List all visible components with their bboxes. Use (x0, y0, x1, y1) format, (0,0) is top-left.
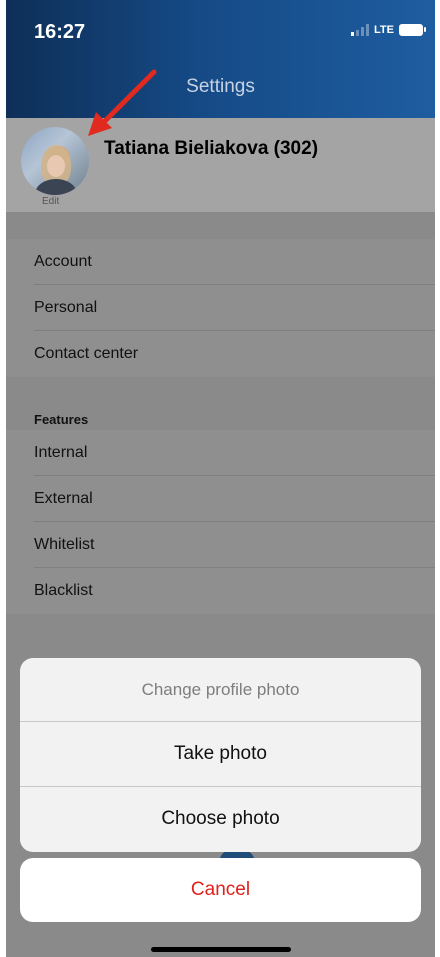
phone-screen: 16:27 LTE Settings Edit Tatiana Bieliako… (6, 0, 435, 957)
chevron-right-icon: › (434, 489, 435, 510)
profile-section: Edit Tatiana Bieliakova (302) (6, 118, 435, 212)
chevron-right-icon: › (434, 535, 435, 556)
section-title: Features (34, 412, 89, 427)
chevron-right-icon: › (434, 298, 435, 319)
section-spacer (6, 212, 435, 239)
row-label: Account (34, 253, 92, 270)
row-label: External (34, 490, 93, 507)
home-indicator[interactable] (151, 947, 291, 952)
avatar-edit-label[interactable]: Edit (42, 196, 59, 207)
features-row-external[interactable]: External › (6, 476, 435, 522)
profile-name: Tatiana Bieliakova (302) (104, 138, 319, 159)
features-row-whitelist[interactable]: Whitelist › (6, 522, 435, 568)
annotation-arrow-icon (88, 69, 157, 136)
section-spacer (6, 377, 435, 404)
action-sheet: Change profile photo Take photo Choose p… (20, 658, 421, 852)
row-label: Contact center (34, 345, 139, 362)
action-sheet-title: Change profile photo (20, 658, 421, 722)
row-label: Whitelist (34, 536, 95, 553)
header-bar: 16:27 LTE Settings (6, 0, 435, 118)
chevron-right-icon: › (434, 252, 435, 273)
chevron-right-icon: › (434, 443, 435, 464)
row-label: Personal (34, 299, 98, 316)
chevron-right-icon: › (434, 581, 435, 602)
settings-row-account[interactable]: Account › (6, 239, 435, 285)
status-indicators: LTE (351, 24, 426, 36)
row-label: Blacklist (34, 582, 93, 599)
features-row-internal[interactable]: Internal › (6, 430, 435, 476)
page-title: Settings (186, 76, 255, 97)
chevron-right-icon: › (434, 344, 435, 365)
settings-row-contact-center[interactable]: Contact center › (6, 331, 435, 377)
avatar[interactable] (21, 127, 89, 195)
battery-icon (399, 24, 426, 36)
avatar-body (35, 179, 77, 195)
features-header: Features (6, 404, 435, 430)
cancel-button[interactable]: Cancel (20, 858, 421, 922)
row-label: Internal (34, 444, 88, 461)
choose-photo-button[interactable]: Choose photo (20, 787, 421, 851)
network-label: LTE (374, 24, 394, 36)
status-time: 16:27 (34, 21, 86, 43)
take-photo-button[interactable]: Take photo (20, 722, 421, 787)
settings-row-personal[interactable]: Personal › (6, 285, 435, 331)
features-row-blacklist[interactable]: Blacklist › (6, 568, 435, 614)
avatar-face (47, 155, 65, 177)
signal-icon (351, 24, 370, 36)
